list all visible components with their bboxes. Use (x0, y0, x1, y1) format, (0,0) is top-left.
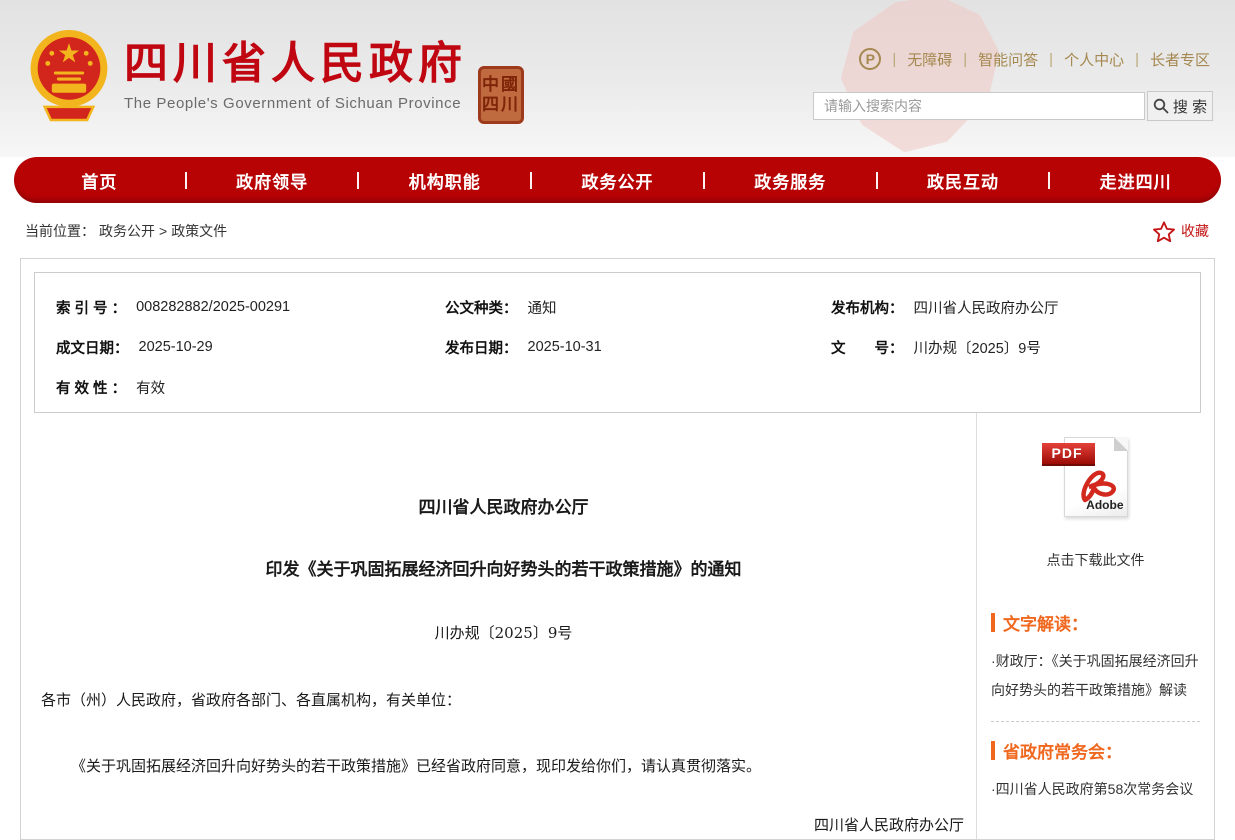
pdf-download-icon[interactable]: Adobe PDF (1054, 435, 1138, 519)
utility-link-senior-zone[interactable]: 长者专区 (1150, 49, 1210, 70)
executive-meeting-link[interactable]: ·四川省人民政府第58次常务会议 (991, 775, 1200, 804)
search-button[interactable]: 搜 索 (1147, 91, 1213, 121)
breadcrumb: 当前位置： 政务公开 > 政策文件 (25, 221, 227, 241)
nav-item-public-interaction[interactable]: 政民互动 (878, 168, 1049, 193)
content-area: 四川省人民政府办公厅 印发《关于巩固拓展经济回升向好势头的若干政策措施》的通知 … (21, 413, 1214, 839)
document-meta-box: 索 引 号 ： 008282882/2025-00291 公文种类： 通知 发布… (34, 272, 1201, 413)
utility-link-accessibility[interactable]: 无障碍 (907, 49, 952, 70)
nav-item-government-services[interactable]: 政务服务 (705, 168, 876, 193)
divider (991, 721, 1200, 722)
breadcrumb-prefix: 当前位置： (25, 221, 95, 241)
sidebar: Adobe PDF 点击下载此文件 文字解读： ·财政厅：《关于巩固拓展经济回升… (976, 413, 1214, 839)
reading-icon[interactable]: P (859, 48, 881, 70)
nav-item-discover-sichuan[interactable]: 走进四川 (1050, 168, 1221, 193)
sidebar-section-text-interpretation: 文字解读： ·财政厅：《关于巩固拓展经济回升向好势头的若干政策措施》解读 (991, 610, 1200, 705)
site-identity: 四川省人民政府 The People's Government of Sichu… (124, 40, 467, 112)
document-signature: 四川省人民政府办公厅 (41, 814, 966, 835)
nav-item-institutional-functions[interactable]: 机构职能 (359, 168, 530, 193)
breadcrumb-row: 当前位置： 政务公开 > 政策文件 收藏 (0, 204, 1235, 258)
pdf-banner-label: PDF (1042, 443, 1095, 466)
national-emblem-icon (28, 26, 110, 123)
section-heading: 省政府常务会： (991, 738, 1200, 763)
meta-field-index-number: 索 引 号 ： 008282882/2025-00291 (56, 287, 445, 327)
breadcrumb-link-disclosure[interactable]: 政务公开 (99, 221, 155, 241)
main-nav: 首页 政府领导 机构职能 政务公开 政务服务 政民互动 走进四川 (14, 157, 1221, 203)
divider: | (1135, 51, 1139, 68)
site-title: 四川省人民政府 (124, 40, 467, 88)
search-icon (1153, 98, 1169, 114)
page-header: 四川省人民政府 The People's Government of Sichu… (0, 0, 1235, 157)
document-title: 印发《关于巩固拓展经济回升向好势头的若干政策措施》的通知 (41, 555, 966, 580)
document-number: 川办规〔2025〕9号 (41, 622, 966, 643)
document-paragraph: 《关于巩固拓展经济回升向好势头的若干政策措施》已经省政府同意，现印发给你们，请认… (41, 754, 966, 778)
meta-field-publish-date: 发布日期： 2025-10-31 (445, 327, 831, 367)
divider: | (892, 51, 896, 68)
favorite-button[interactable]: 收藏 (1153, 221, 1209, 242)
divider: | (1049, 51, 1053, 68)
utility-link-smart-qa[interactable]: 智能问答 (978, 49, 1038, 70)
nav-item-home[interactable]: 首页 (14, 168, 185, 193)
meta-field-written-date: 成文日期： 2025-10-29 (56, 327, 445, 367)
nav-item-government-leaders[interactable]: 政府领导 (187, 168, 358, 193)
document-salutation: 各市（州）人民政府，省政府各部门、各直属机构，有关单位： (41, 689, 966, 710)
orange-accent-bar (991, 613, 995, 632)
adobe-brand-label: Adobe (1086, 498, 1123, 512)
search-button-label: 搜 索 (1173, 96, 1207, 117)
document-container: 索 引 号 ： 008282882/2025-00291 公文种类： 通知 发布… (20, 258, 1215, 840)
sichuan-seal-icon: 中國四川 (478, 66, 524, 124)
meta-field-issuing-agency: 发布机构： 四川省人民政府办公厅 (831, 287, 1200, 327)
sichuan-map-watermark (827, 0, 1017, 152)
nav-wrap: 首页 政府领导 机构职能 政务公开 政务服务 政民互动 走进四川 (0, 157, 1235, 204)
pdf-fold-corner (1114, 437, 1128, 451)
interpretation-link[interactable]: ·财政厅：《关于巩固拓展经济回升向好势头的若干政策措施》解读 (991, 647, 1200, 705)
section-heading: 文字解读： (991, 610, 1200, 635)
search-input[interactable] (813, 92, 1145, 120)
site-subtitle: The People's Government of Sichuan Provi… (124, 95, 467, 112)
nav-item-government-affairs-disclosure[interactable]: 政务公开 (532, 168, 703, 193)
meta-field-validity: 有 效 性 ： 有效 (56, 367, 445, 407)
favorite-label: 收藏 (1181, 221, 1209, 241)
utility-link-personal-center[interactable]: 个人中心 (1064, 49, 1124, 70)
search-bar: 搜 索 (813, 91, 1213, 121)
utility-links: P | 无障碍 | 智能问答 | 个人中心 | 长者专区 (859, 48, 1210, 70)
page: 四川省人民政府 The People's Government of Sichu… (0, 0, 1235, 840)
download-file-link[interactable]: 点击下载此文件 (991, 550, 1200, 570)
divider: | (963, 51, 967, 68)
sidebar-section-executive-meeting: 省政府常务会： ·四川省人民政府第58次常务会议 (991, 738, 1200, 804)
document-issuer-title: 四川省人民政府办公厅 (41, 493, 966, 518)
breadcrumb-separator: > (159, 223, 167, 239)
meta-field-document-type: 公文种类： 通知 (445, 287, 831, 327)
breadcrumb-link-policy-documents[interactable]: 政策文件 (171, 221, 227, 241)
document-body: 四川省人民政府办公厅 印发《关于巩固拓展经济回升向好势头的若干政策措施》的通知 … (21, 413, 976, 839)
meta-field-document-number: 文 号： 川办规〔2025〕9号 (831, 327, 1200, 367)
star-icon (1153, 221, 1175, 242)
orange-accent-bar (991, 741, 995, 760)
